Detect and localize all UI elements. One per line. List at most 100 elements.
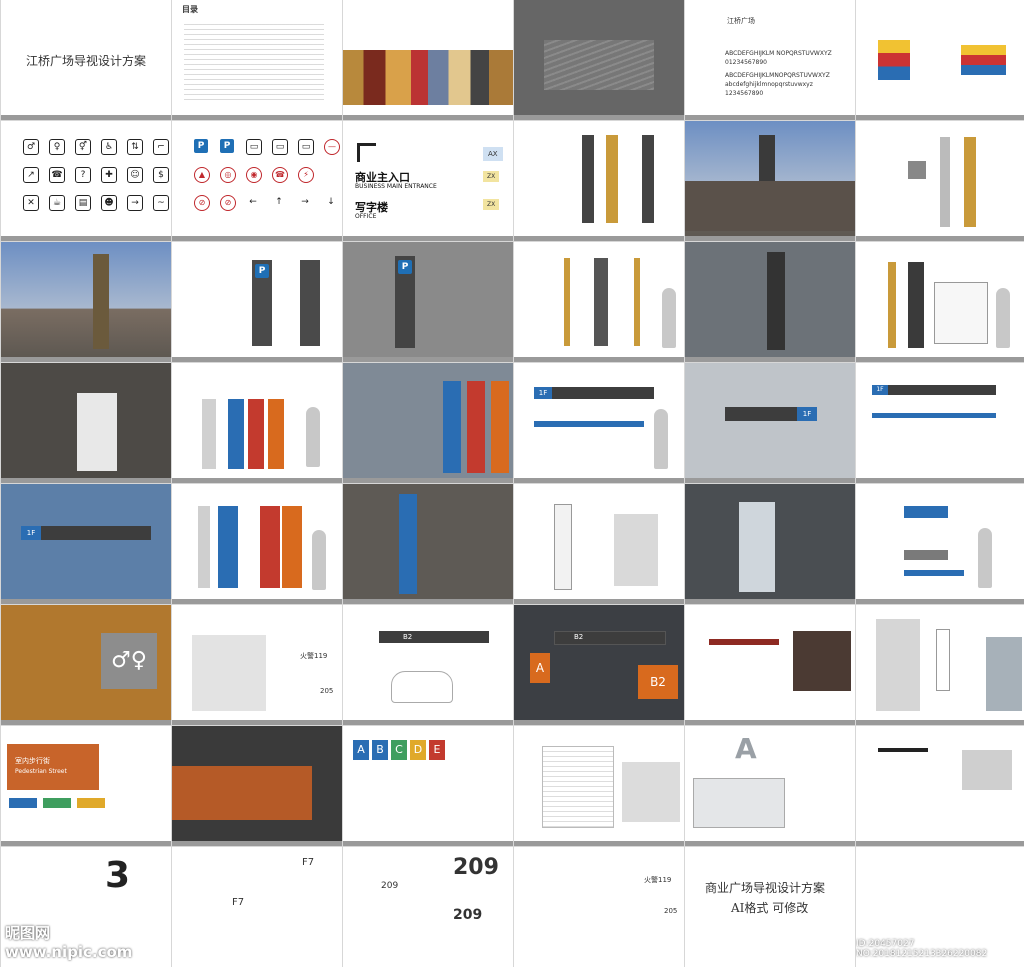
zone-letter-b: B — [372, 740, 388, 760]
lift-render-page[interactable] — [685, 484, 855, 604]
site-plan-page[interactable] — [514, 0, 684, 120]
site-plan-lines — [544, 40, 654, 90]
page-footer — [172, 115, 342, 120]
b2-ceiling-label: B2 — [574, 633, 584, 641]
parking-entrance-page[interactable] — [685, 605, 855, 725]
color-totems-drawing-page[interactable] — [172, 363, 342, 483]
alphabet-mixed: ABCDEFGHIJKLMNOPQRSTUVWXYZ — [725, 72, 830, 79]
arrow-right-icon: → — [301, 197, 309, 207]
room-209-b: 209 — [453, 855, 499, 880]
lift-render-panel — [739, 502, 775, 592]
interior-board — [77, 393, 117, 471]
page-footer — [1, 478, 171, 483]
parking-sign-drawing-page[interactable]: P — [172, 242, 342, 362]
page-footer — [685, 599, 855, 604]
fire-phone-icon: ☎ — [272, 167, 288, 183]
traffic-icons-page[interactable]: P P ▭ ▭ ▭ — ▲ ◎ ◉ ☎ ⚡ ⊘ ⊘ ← ↑ → ↓ — [172, 121, 342, 241]
totem-gold-edge — [606, 135, 618, 223]
fire-sign-drawing-page[interactable]: 火警119 205 — [172, 605, 342, 725]
parking-sign-render-page[interactable]: P — [343, 242, 513, 362]
hanging-sign-bar-2 — [534, 421, 644, 427]
cover-title: 江桥广场导视设计方案 — [25, 53, 146, 68]
totem-render-page[interactable] — [685, 121, 855, 241]
lift-directory-drawing-page[interactable] — [514, 484, 684, 604]
detail-bar — [872, 385, 996, 395]
page-footer — [172, 841, 342, 846]
totem-detail-page[interactable] — [856, 121, 1024, 241]
letter-a-3d: A — [735, 732, 757, 765]
toilet-sign-top — [904, 506, 948, 518]
page-footer — [343, 599, 513, 604]
page-footer — [685, 115, 855, 120]
page-footer — [343, 720, 513, 725]
fire-sign-page[interactable]: 火警119 205 — [514, 847, 684, 967]
arrow-down-icon: ↓ — [327, 197, 335, 207]
hanging-sign-detail-page[interactable]: 1F — [856, 363, 1024, 483]
gold-totem-render-page[interactable] — [685, 242, 855, 362]
concept-page[interactable] — [343, 0, 513, 120]
blank-icon — [324, 167, 338, 181]
door-plate-drawing — [878, 748, 928, 752]
page-footer — [514, 720, 684, 725]
human-silhouette — [312, 530, 326, 590]
floor-number-page[interactable]: 3 昵图网 www.nipic.com — [1, 847, 171, 967]
color-totems-render-page[interactable] — [343, 363, 513, 483]
nursery-icon: ☻ — [101, 195, 117, 211]
letter-a-sign-page[interactable]: A — [685, 726, 855, 846]
escalator-render-page[interactable] — [343, 484, 513, 604]
no-entry-icon: — — [324, 139, 340, 155]
stairs-icon: ⌐ — [153, 139, 169, 155]
service-icon: ☺ — [127, 167, 143, 183]
page-footer — [1, 115, 171, 120]
first-aid-icon: ✚ — [101, 167, 117, 183]
atm-icon: $ — [153, 167, 169, 183]
pedestrian-street-page[interactable]: 室内步行街 Pedestrian Street — [1, 726, 171, 846]
page-footer — [514, 236, 684, 241]
directory-photo — [622, 762, 680, 822]
brand-name: 江桥广场 — [727, 17, 755, 25]
page-footer — [343, 115, 513, 120]
gold-totem-drawing-page[interactable] — [514, 242, 684, 362]
pedestrian-cn: 室内步行街 — [15, 757, 50, 765]
color-scheme-page[interactable] — [856, 0, 1024, 120]
hanging-sign-render-page[interactable]: 1F — [685, 363, 855, 483]
directory-board-drawing-page[interactable] — [856, 242, 1024, 362]
elevator-hall-drawing-page[interactable] — [856, 605, 1024, 725]
typography-page[interactable]: 江桥广场 ABCDEFGHIJKLM NOPQRSTUVWXYZ 0123456… — [685, 0, 855, 120]
public-icons-page[interactable]: ♂ ♀ ⚥ ♿ ⇅ ⌐ ↗ ☎ ? ✚ ☺ $ ✕ ☕ ▤ ☻ → ~ — [1, 121, 171, 241]
ceiling-sign-render-page[interactable]: 1F — [1, 484, 171, 604]
pedestrian-banner — [7, 744, 99, 790]
phone-icon: ☎ — [49, 167, 65, 183]
toc-page[interactable]: 目录 — [172, 0, 342, 120]
closing-subtitle: AI格式 可修改 — [731, 901, 809, 915]
b2-sign-drawing-page[interactable]: B2 — [343, 605, 513, 725]
hanging-sign-bar — [534, 387, 654, 399]
gold-totem-a — [564, 258, 570, 346]
dir-red — [260, 506, 280, 588]
toilet-sign-drawing-page[interactable] — [856, 484, 1024, 604]
interior-render-page[interactable] — [1, 363, 171, 483]
plaza-render-page[interactable] — [1, 242, 171, 362]
dir-orange — [282, 506, 302, 588]
room-door-page[interactable]: 209 209 209 — [343, 847, 513, 967]
closing-page[interactable]: 商业广场导视设计方案 AI格式 可修改 — [685, 847, 855, 967]
fire-extinguisher-icon: ▲ — [194, 167, 210, 183]
pedestrian-en: Pedestrian Street — [15, 768, 67, 775]
last-page[interactable]: ID:20457027 NO:20181215213326220082 — [856, 847, 1024, 967]
totem-drawing-page[interactable] — [514, 121, 684, 241]
page-footer — [343, 236, 513, 241]
zone-letters-page[interactable]: A B C D E — [343, 726, 513, 846]
toilet-sign-render-page[interactable]: ♂♀ — [1, 605, 171, 725]
page-footer — [856, 720, 1024, 725]
cover-page[interactable]: 江桥广场导视设计方案 — [1, 0, 171, 120]
door-plate-page[interactable] — [856, 726, 1024, 846]
parking-render-page[interactable]: B2 A B2 — [514, 605, 684, 725]
pedestrian-render-page[interactable] — [172, 726, 342, 846]
floor-directory-drawing-page[interactable] — [172, 484, 342, 604]
shop-directory-page[interactable] — [514, 726, 684, 846]
b2-ceiling-sign — [554, 631, 666, 645]
parking-alt-icon: P — [220, 139, 234, 153]
entrance-sign-page[interactable]: AX 商业主入口 BUSINESS MAIN ENTRANCE ZX 写字楼 O… — [343, 121, 513, 241]
hanging-sign-drawing-page[interactable]: 1F — [514, 363, 684, 483]
stair-sign-page[interactable]: F7 F7 — [172, 847, 342, 967]
